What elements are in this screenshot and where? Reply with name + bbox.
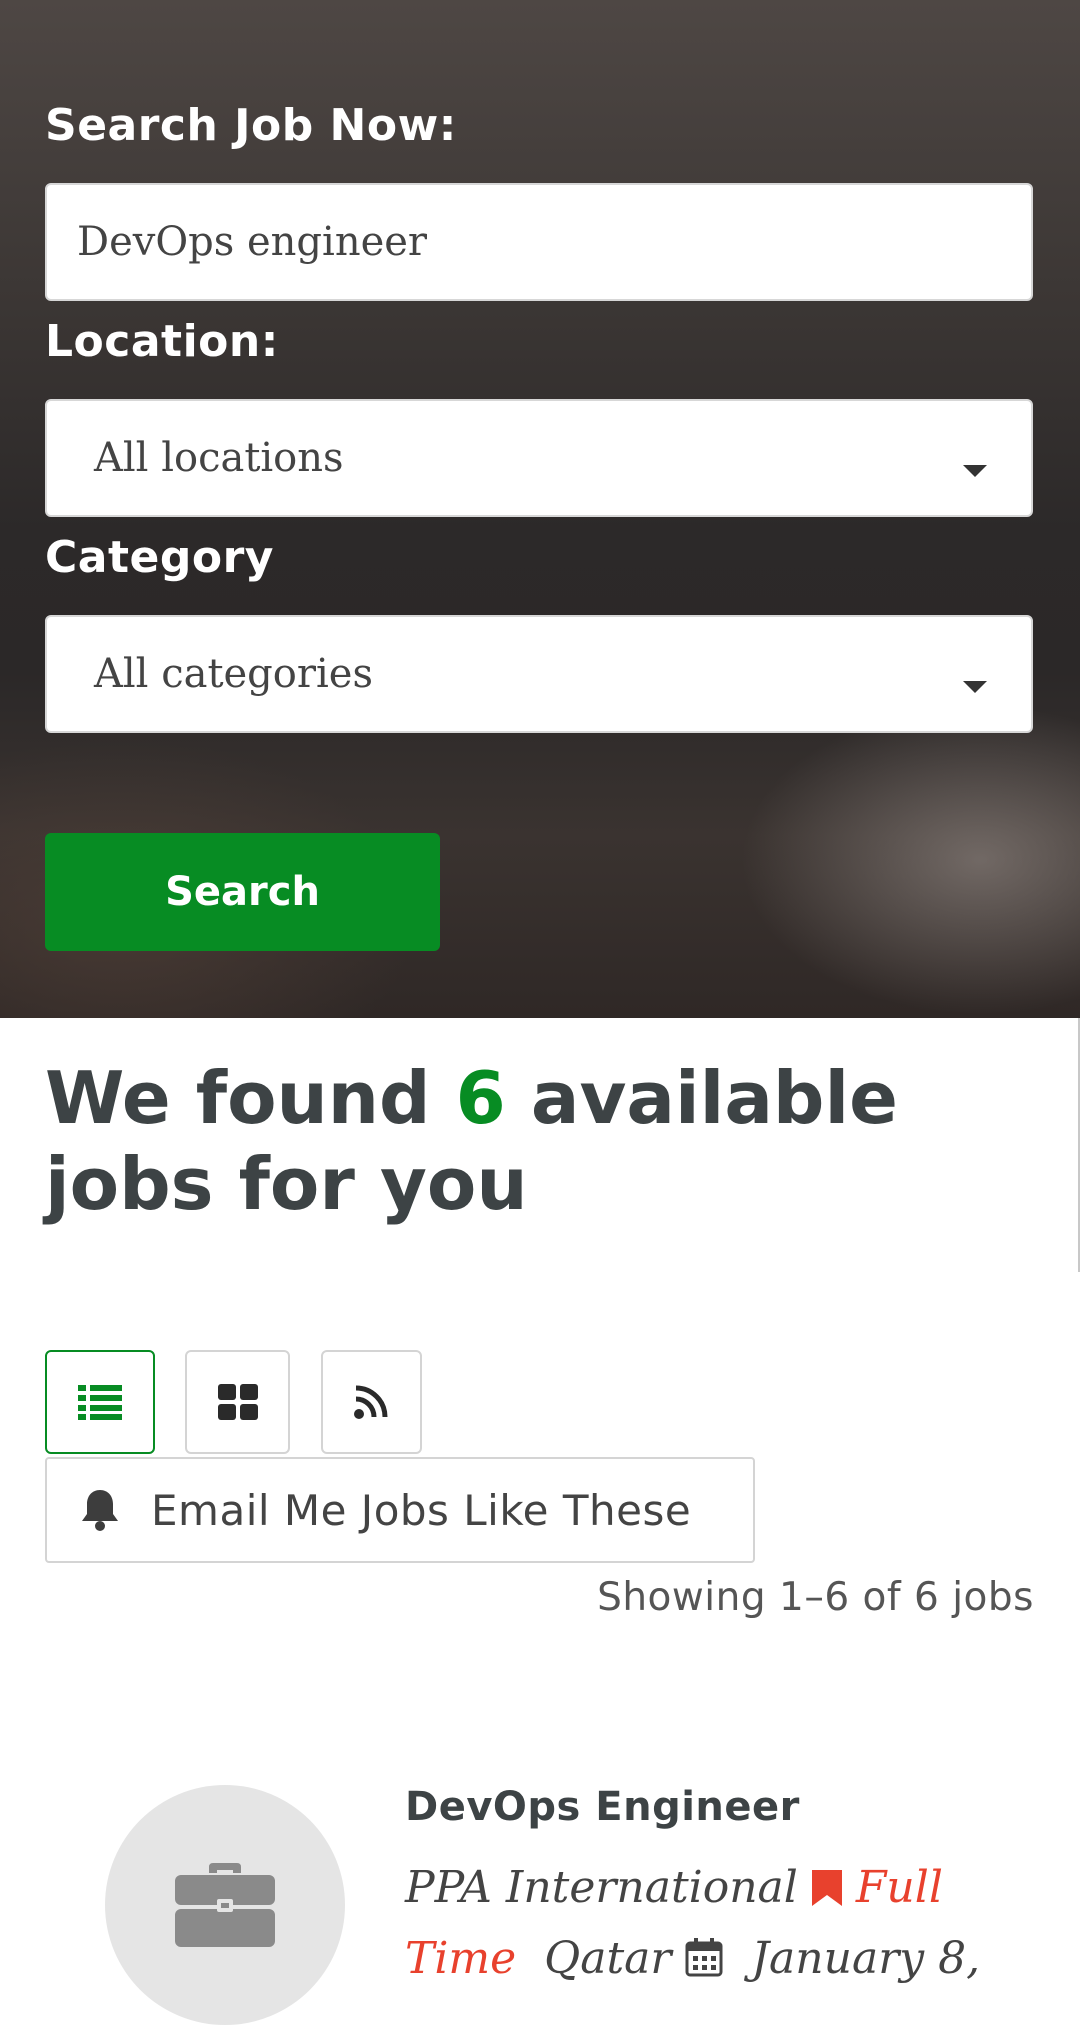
search-job-label: Search Job Now: (45, 100, 457, 151)
bell-icon (82, 1490, 118, 1531)
category-select[interactable]: All categories (45, 615, 1033, 733)
location-select-value: All locations (94, 435, 344, 481)
location-select[interactable]: All locations (45, 399, 1033, 517)
job-alert-label: Email Me Jobs Like These (151, 1485, 692, 1535)
rss-feed-button[interactable] (321, 1350, 422, 1454)
company-logo (105, 1785, 345, 2025)
category-label: Category (45, 532, 274, 583)
grid-view-button[interactable] (185, 1350, 290, 1454)
results-count: 6 (455, 1056, 506, 1140)
search-button[interactable]: Search (45, 833, 440, 951)
chevron-down-icon (963, 681, 987, 693)
bookmark-icon (811, 1870, 842, 1906)
job-title[interactable]: DevOps Engineer (405, 1784, 800, 1830)
chevron-down-icon (963, 465, 987, 477)
job-meta: PPA International Full Time Qatar Januar… (405, 1852, 1015, 1994)
job-location: Qatar (544, 1933, 672, 1984)
category-select-value: All categories (94, 651, 373, 697)
job-company: PPA International (405, 1862, 798, 1913)
rss-icon (353, 1385, 387, 1419)
keyword-input[interactable]: DevOps engineer (45, 183, 1033, 301)
grid-icon (217, 1384, 258, 1420)
location-label: Location: (45, 316, 279, 367)
list-icon (78, 1385, 122, 1420)
keyword-input-value: DevOps engineer (77, 219, 428, 265)
list-view-button[interactable] (45, 1350, 155, 1454)
job-alert-button[interactable]: Email Me Jobs Like These (45, 1457, 755, 1563)
calendar-icon (685, 1938, 723, 1977)
results-summary: Showing 1–6 of 6 jobs (597, 1575, 1034, 1620)
job-date: January 8, (751, 1933, 981, 1984)
search-hero: Search Job Now: DevOps engineer Location… (0, 0, 1080, 1018)
headline-prefix: We found (45, 1056, 431, 1140)
briefcase-icon (175, 1863, 275, 1947)
results-headline: We found 6 available jobs for you (45, 1055, 1055, 1227)
